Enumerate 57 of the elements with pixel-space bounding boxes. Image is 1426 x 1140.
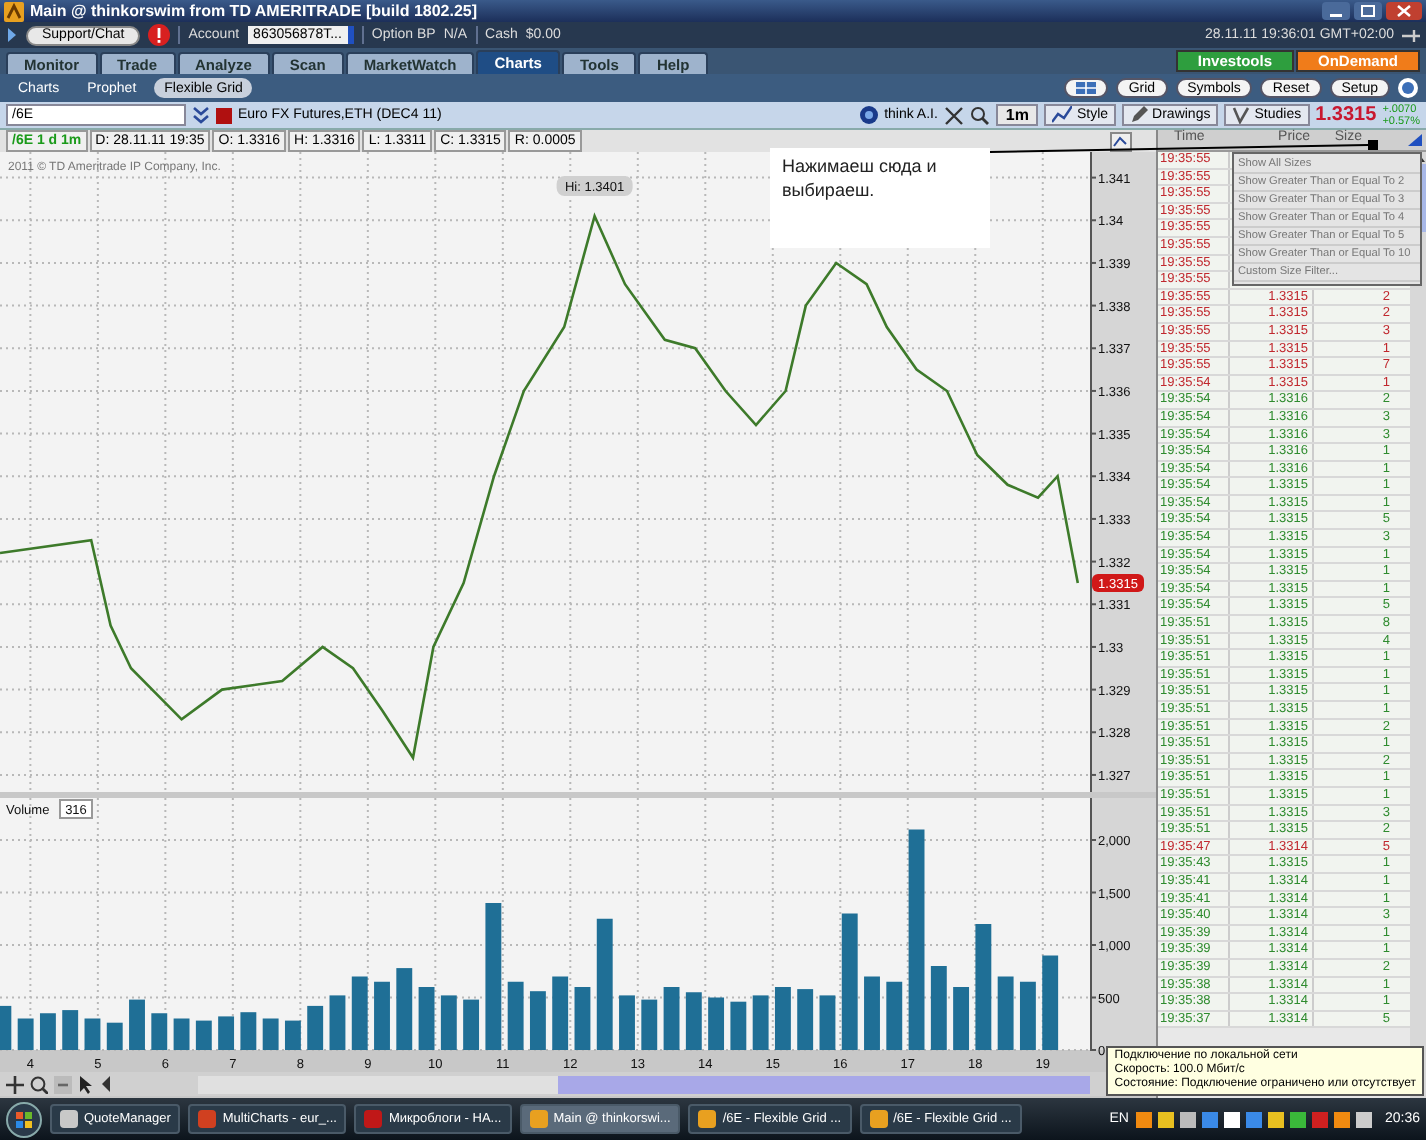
app-icon — [698, 1110, 717, 1128]
layout-button[interactable] — [1064, 78, 1109, 98]
volume-bar — [864, 976, 880, 1050]
left-arrow-icon[interactable] — [100, 1076, 112, 1092]
volume-bar — [552, 976, 569, 1050]
app-icon — [364, 1110, 383, 1128]
annotation-note: Нажимаеш сюда и выбираеш. — [770, 148, 990, 248]
volume-bar — [797, 989, 814, 1050]
volume-bar — [730, 1001, 747, 1050]
app-icon — [60, 1110, 78, 1128]
volume-bar — [1042, 955, 1059, 1050]
minus-icon[interactable] — [54, 1075, 72, 1093]
volume-bar — [886, 981, 903, 1050]
volume-bar — [975, 924, 992, 1050]
app-icon — [4, 1, 24, 21]
expand-arrow-icon[interactable] — [6, 28, 18, 42]
scrollbar-thumb[interactable] — [558, 1075, 1090, 1093]
crosshair-icon[interactable] — [943, 105, 964, 125]
app-icon — [869, 1110, 888, 1128]
volume-bar — [218, 1016, 235, 1050]
volume-bar — [0, 1005, 12, 1050]
app-icon — [529, 1110, 548, 1128]
volume-bar — [619, 995, 635, 1050]
maximize-icon[interactable] — [1354, 2, 1382, 20]
window-title: Main @ thinkorswim from TD AMERITRADE [build 1802.25] — [30, 2, 478, 20]
tray-icons-drawing[interactable] — [1136, 1109, 1377, 1129]
volume-bar — [374, 981, 390, 1050]
volume-bar — [641, 999, 658, 1050]
magnifier-icon[interactable] — [969, 105, 990, 125]
volume-bar — [307, 1005, 324, 1050]
app-icon — [198, 1110, 217, 1128]
double-arrow-icon[interactable] — [192, 106, 210, 124]
volume-bar — [463, 999, 480, 1050]
minimize-icon[interactable] — [1322, 2, 1350, 20]
volume-bar — [240, 1012, 257, 1050]
volume-bar — [62, 1010, 79, 1050]
volume-bar — [708, 997, 725, 1050]
grid-layout-icon — [1076, 82, 1097, 94]
zoom-icon[interactable] — [30, 1075, 48, 1093]
cursor-icon[interactable] — [78, 1075, 94, 1093]
dropdown-arrow-icon[interactable] — [1408, 134, 1422, 146]
square-icon[interactable] — [216, 107, 232, 123]
studies-icon — [1232, 106, 1251, 124]
close-icon[interactable] — [1386, 2, 1422, 20]
aggregation-button[interactable]: 1m — [995, 104, 1039, 126]
last-price: 1.3315 — [1315, 104, 1377, 126]
volume-bar — [129, 999, 145, 1050]
chart-settings-icon[interactable] — [1110, 131, 1132, 151]
line-chart-icon — [1052, 106, 1073, 124]
volume-bar — [151, 1013, 168, 1050]
alert-icon[interactable] — [148, 24, 171, 46]
pencil-icon — [1130, 106, 1149, 124]
plus-icon[interactable] — [6, 1075, 24, 1093]
horizontal-scrollbar[interactable] — [198, 1075, 1090, 1093]
volume-bar — [396, 968, 413, 1050]
start-orb-icon[interactable] — [6, 1101, 42, 1137]
volume-bar — [953, 987, 970, 1050]
